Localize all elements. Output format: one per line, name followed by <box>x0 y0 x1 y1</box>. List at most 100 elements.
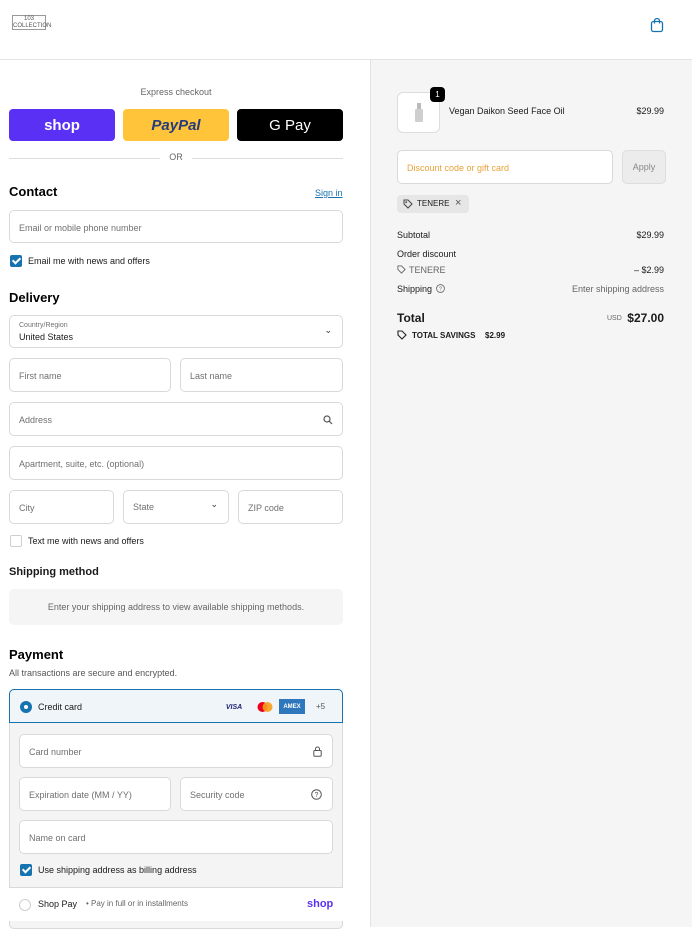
expiration-placeholder: Expiration date (MM / YY) <box>29 790 132 800</box>
or-divider-text: OR <box>160 152 192 162</box>
tag-icon <box>397 330 407 340</box>
zip-field[interactable]: ZIP code <box>238 490 343 524</box>
help-icon[interactable]: ? <box>311 789 322 800</box>
name-on-card-placeholder: Name on card <box>29 833 86 843</box>
shipping-method-message: Enter your shipping address to view avai… <box>47 602 305 612</box>
order-discount-label: Order discount <box>397 249 457 259</box>
express-checkout-label: Express checkout <box>140 87 212 97</box>
product-thumbnail: 1 <box>397 87 445 133</box>
address-field[interactable]: Address <box>9 402 343 436</box>
shipping-method-title: Shipping method <box>9 566 99 578</box>
email-offers-label: Email me with news and offers <box>28 256 150 266</box>
last-name-placeholder: Last name <box>190 371 233 381</box>
paypal-button[interactable]: PayPal <box>123 109 229 141</box>
country-label: Country/Region <box>19 322 68 329</box>
shop-pay-button[interactable]: shop <box>9 109 115 141</box>
header: 103 COLLECTION <box>0 0 692 60</box>
address-placeholder: Address <box>19 415 53 425</box>
cart-icon[interactable] <box>650 17 664 33</box>
first-name-placeholder: First name <box>19 371 62 381</box>
delivery-title: Delivery <box>9 290 60 305</box>
name-on-card-field[interactable]: Name on card <box>19 820 333 854</box>
discount-code-placeholder: Discount code or gift card <box>407 163 510 173</box>
credit-card-label: Credit card <box>38 702 83 712</box>
shop-pay-logo: shop <box>307 898 334 910</box>
currency-code: USD <box>607 315 622 322</box>
product-price: $29.99 <box>636 106 664 116</box>
state-placeholder: State <box>133 502 155 512</box>
card-number-placeholder: Card number <box>29 747 82 757</box>
more-cards-count: +5 <box>316 702 326 711</box>
discount-code-field[interactable]: Discount code or gift card <box>397 150 613 184</box>
city-placeholder: City <box>19 503 35 513</box>
remove-discount-icon[interactable]: × <box>455 197 461 209</box>
svg-text:?: ? <box>315 792 319 799</box>
card-number-field[interactable]: Card number <box>19 734 333 768</box>
shipping-method-notice: Enter your shipping address to view avai… <box>9 589 343 625</box>
security-code-field[interactable]: Security code ? <box>180 777 333 811</box>
payment-subtitle: All transactions are secure and encrypte… <box>9 668 178 678</box>
total-savings-label: TOTAL SAVINGS <box>412 331 476 340</box>
store-logo[interactable]: 103 COLLECTION <box>12 15 51 30</box>
email-field[interactable]: Email or mobile phone number <box>9 210 343 243</box>
tag-icon <box>403 199 413 209</box>
apartment-placeholder: Apartment, suite, etc. (optional) <box>19 459 145 469</box>
country-select[interactable]: Country/Region United States ⌄ <box>9 315 343 348</box>
discount-tag-code: TENERE <box>417 199 450 208</box>
checkout-form: Express checkout shop PayPal G Pay OR Co… <box>0 60 370 929</box>
security-code-placeholder: Security code <box>190 790 245 800</box>
lock-icon <box>313 746 322 757</box>
search-icon <box>323 415 333 425</box>
order-summary: 1 Vegan Daikon Seed Face Oil $29.99 Disc… <box>370 60 692 927</box>
email-placeholder: Email or mobile phone number <box>19 223 142 233</box>
help-icon[interactable]: ? <box>436 284 445 293</box>
first-name-field[interactable]: First name <box>9 358 171 392</box>
email-offers-checkbox[interactable] <box>10 255 22 267</box>
tag-icon <box>397 265 406 274</box>
shop-pay-radio[interactable] <box>19 899 31 911</box>
google-pay-button[interactable]: G Pay <box>237 109 343 141</box>
shop-pay-option-label: Shop Pay <box>38 899 78 909</box>
sign-in-link[interactable]: Sign in <box>315 188 343 198</box>
apartment-field[interactable]: Apartment, suite, etc. (optional) <box>9 446 343 480</box>
zip-placeholder: ZIP code <box>248 503 284 513</box>
total-savings-value: $2.99 <box>485 331 506 340</box>
amex-logo: AMEX <box>279 699 305 714</box>
order-discount-value: – $2.99 <box>633 265 664 275</box>
bottle-icon <box>415 103 423 122</box>
chevron-down-icon: ⌄ <box>210 499 218 509</box>
subtotal-label: Subtotal <box>397 230 431 240</box>
country-value: United States <box>19 332 74 342</box>
shop-pay-option[interactable]: Shop Pay • Pay in full or in installment… <box>9 887 343 921</box>
contact-title: Contact <box>9 184 58 199</box>
shipping-value: Enter shipping address <box>571 284 664 294</box>
chevron-down-icon: ⌄ <box>324 325 332 335</box>
subtotal-value: $29.99 <box>636 230 664 240</box>
mastercard-logo <box>256 700 274 714</box>
text-offers-checkbox[interactable] <box>10 535 22 547</box>
order-discount-code: TENERE <box>409 265 446 275</box>
billing-same-label: Use shipping address as billing address <box>38 865 197 875</box>
credit-card-radio[interactable] <box>20 701 32 713</box>
shipping-label: Shipping <box>397 284 433 294</box>
paypal-label: PayPal <box>151 116 201 134</box>
payment-title: Payment <box>9 647 64 662</box>
visa-logo: VISA <box>225 703 243 711</box>
product-name: Vegan Daikon Seed Face Oil <box>449 106 565 116</box>
svg-text:?: ? <box>439 287 442 293</box>
text-offers-label: Text me with news and offers <box>28 536 144 546</box>
shop-pay-description: • Pay in full or in installments <box>86 899 188 908</box>
last-name-field[interactable]: Last name <box>180 358 343 392</box>
total-value: $27.00 <box>627 311 664 325</box>
google-pay-label: G Pay <box>269 116 311 134</box>
discount-tag: TENERE × <box>397 195 469 213</box>
quantity-badge: 1 <box>430 87 445 102</box>
total-label: Total <box>397 311 425 325</box>
shop-pay-label: shop <box>44 116 80 134</box>
state-select[interactable]: State ⌄ <box>123 490 229 524</box>
city-field[interactable]: City <box>9 490 114 524</box>
expiration-field[interactable]: Expiration date (MM / YY) <box>19 777 171 811</box>
billing-same-checkbox[interactable] <box>20 864 32 876</box>
apply-button[interactable]: Apply <box>622 150 666 184</box>
credit-card-option[interactable]: Credit card VISA AMEX +5 <box>9 689 343 723</box>
